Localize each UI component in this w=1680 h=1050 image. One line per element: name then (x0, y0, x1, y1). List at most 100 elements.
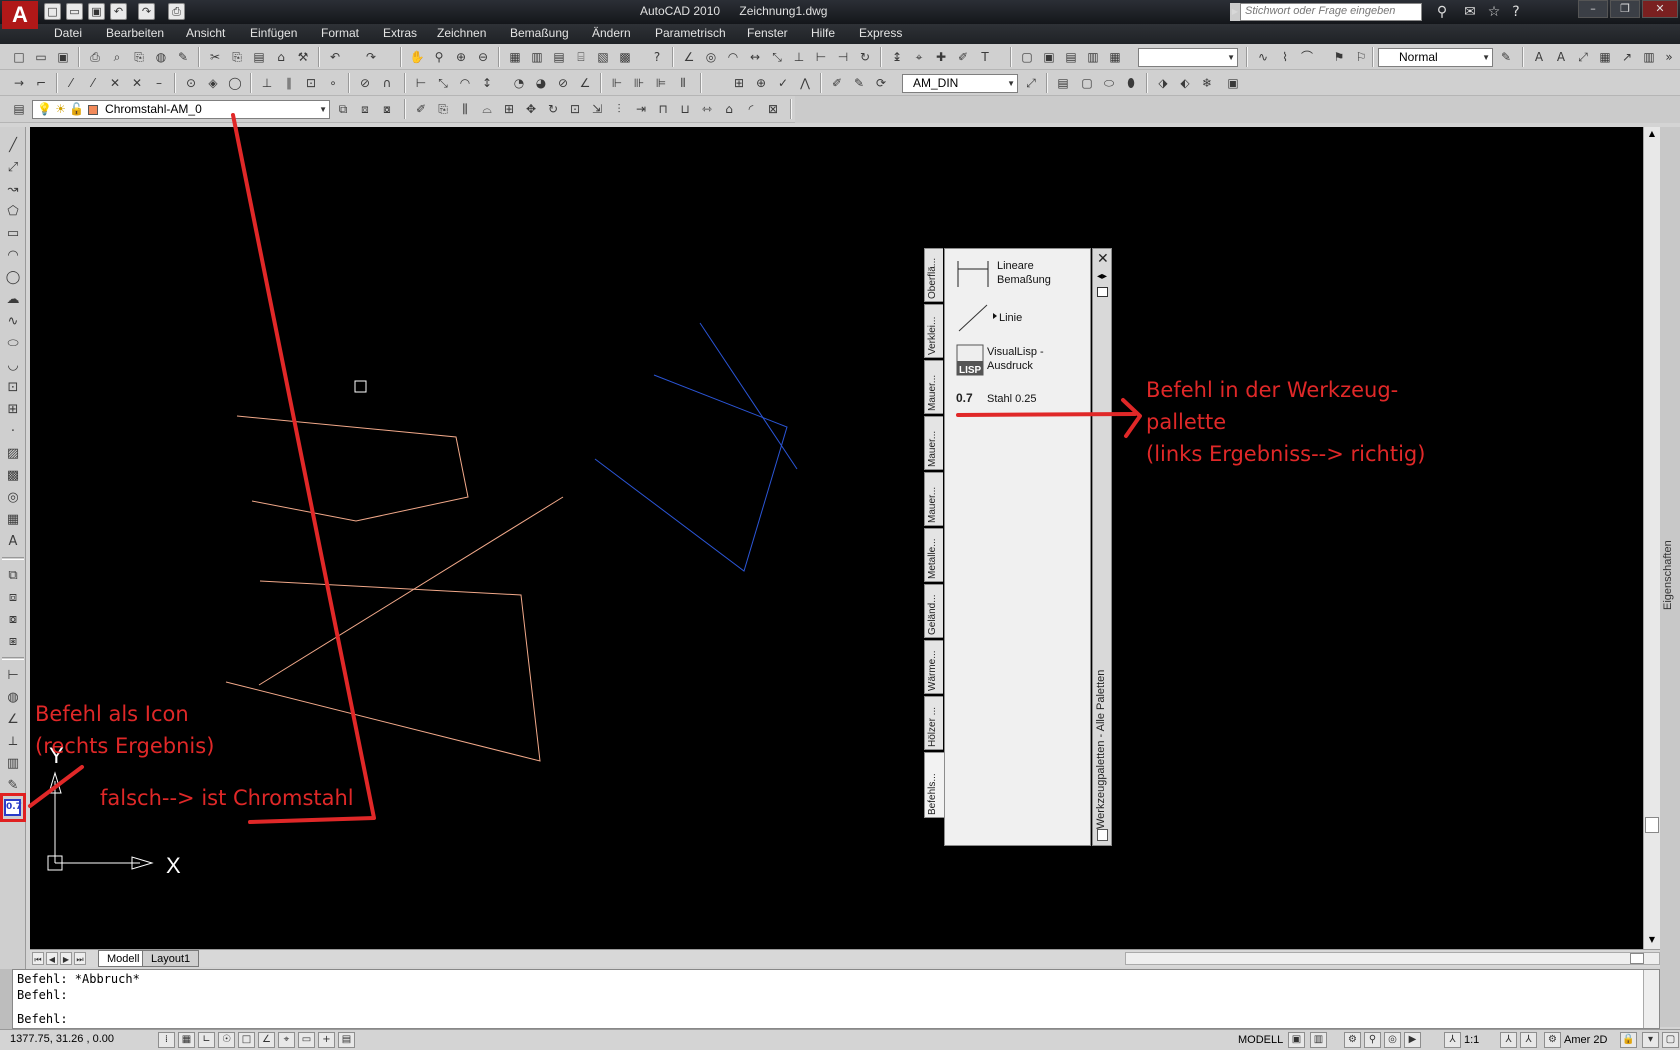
line-icon[interactable]: ╱ (3, 137, 23, 155)
save-icon[interactable]: ▣ (54, 48, 72, 66)
scroll-down-icon[interactable]: ▼ (1645, 933, 1659, 947)
layer-change-icon[interactable]: ⬮ (1122, 74, 1140, 92)
copy-icon[interactable]: ⎘ (228, 48, 246, 66)
viewport-delete-icon[interactable]: ⧆ (3, 633, 23, 651)
undo-icon[interactable]: ↶ (110, 3, 127, 20)
join-icon[interactable]: ⇿ (698, 100, 716, 118)
menu-zeichnen[interactable]: Zeichnen (437, 26, 486, 40)
break-point-icon[interactable]: ⊓ (654, 100, 672, 118)
menu-extras[interactable]: Extras (383, 26, 417, 40)
point-icon[interactable]: · (3, 423, 23, 441)
menu-bemassung[interactable]: Bemaßung (510, 26, 569, 40)
scroll-up-icon[interactable]: ▲ (1645, 127, 1659, 141)
dim-radius-icon[interactable]: ◎ (702, 48, 720, 66)
palette-properties-icon[interactable] (1097, 287, 1108, 297)
scale-icon[interactable]: ⊡ (566, 100, 584, 118)
close-icon[interactable]: ✕ (1642, 0, 1678, 18)
layout-icon[interactable]: ▥ (1640, 48, 1658, 66)
dim-continue2-icon[interactable]: ⊫ (652, 74, 670, 92)
move-icon[interactable]: ✥ (522, 100, 540, 118)
menu-format[interactable]: Format (321, 26, 359, 40)
layer-isolate-icon[interactable]: ⬗ (1154, 74, 1172, 92)
dim-baseline-icon[interactable]: ⊢ (812, 48, 830, 66)
explode-icon[interactable]: ⊠ (764, 100, 782, 118)
dim-edit2-icon[interactable]: ✐ (828, 74, 846, 92)
save-icon[interactable]: ▣ (88, 3, 105, 20)
horizontal-scrollbar[interactable] (1125, 952, 1660, 965)
dimstyle-dropdown[interactable]: AM_DIN ▼ (902, 74, 1018, 93)
list-icon[interactable]: ▥ (3, 755, 23, 773)
dim-ordinate-icon[interactable]: ⊥ (790, 48, 808, 66)
palette-item-linear-dimension[interactable]: Lineare Bemaßung (953, 257, 1088, 293)
construction-line-icon[interactable]: ⤢ (3, 159, 23, 177)
plotstyle-edit-icon[interactable]: ✎ (1497, 48, 1515, 66)
open-file-icon[interactable]: ▭ (66, 3, 83, 20)
dim-linear-icon[interactable]: ↔ (746, 48, 764, 66)
dim-space-icon[interactable]: ⫴ (674, 74, 692, 92)
dim-radius2-icon[interactable]: ◔ (510, 74, 528, 92)
snap-center-icon[interactable]: ⊙ (182, 74, 200, 92)
hatch-icon[interactable]: ▨ (3, 445, 23, 463)
last-tab-icon[interactable]: ⏭ (74, 952, 86, 965)
annotation-visibility-icon[interactable]: ⅄ (1500, 1032, 1517, 1048)
tab-mauerwerk-3[interactable]: Mauer... (924, 472, 943, 526)
snap-extension-icon[interactable]: – (150, 74, 168, 92)
dim-aligned-icon[interactable]: ⤡ (768, 48, 786, 66)
dim-aligned2-icon[interactable]: ⤡ (434, 74, 452, 92)
snap-node-icon[interactable]: ∘ (324, 74, 342, 92)
dim-edit-icon[interactable]: ✐ (954, 48, 972, 66)
mleader-style-icon[interactable]: ↗ (1618, 48, 1636, 66)
array-icon[interactable]: ⊞ (500, 100, 518, 118)
object-snap-tracking-icon[interactable]: ∠ (258, 1032, 275, 1048)
dim-continue-icon[interactable]: ⊣ (834, 48, 852, 66)
zoom-icon[interactable]: ⚲ (1364, 1032, 1381, 1048)
new-file-icon[interactable]: □ (44, 3, 61, 20)
lineweight-command-icon[interactable]: 0.7 (4, 799, 22, 816)
binoculars-icon[interactable]: ⚲ (1432, 3, 1452, 21)
layer-dropdown[interactable]: 💡 ☀ 🔓 Chromstahl-AM_0 ▼ (32, 100, 330, 119)
layer-previous-icon[interactable]: ▤ (1054, 74, 1072, 92)
cut-icon[interactable]: ✂ (206, 48, 224, 66)
dim-tolerance-icon[interactable]: ⌖ (910, 48, 928, 66)
quick-view-drawings-icon[interactable]: ▥ (1310, 1032, 1327, 1048)
layer-match-icon[interactable]: ⬭ (1100, 74, 1118, 92)
redo-icon[interactable]: ↷ (362, 48, 380, 66)
scroll-thumb[interactable] (1630, 953, 1644, 964)
workspace-icon[interactable]: ⚙ (1544, 1032, 1561, 1048)
dim-center-icon[interactable]: ✚ (932, 48, 950, 66)
clean-screen-icon[interactable]: ▢ (1662, 1032, 1679, 1048)
first-tab-icon[interactable]: ⏮ (32, 952, 44, 965)
snap-perpendicular-icon[interactable]: ⊥ (258, 74, 276, 92)
snap-from-icon[interactable]: ⌐ (32, 74, 50, 92)
revision-cloud-icon[interactable]: ☁ (3, 291, 23, 309)
spline-icon[interactable]: ∿ (3, 313, 23, 331)
steering-wheel-icon[interactable]: ⚙ (1344, 1032, 1361, 1048)
properties-palette-tab[interactable]: Eigenschaften (1662, 520, 1678, 630)
viewport-scale-dropdown[interactable]: ▼ (1138, 48, 1238, 67)
edit-spline-icon[interactable]: ⌇ (1276, 48, 1294, 66)
pan-icon[interactable]: ✋ (408, 48, 426, 66)
command-line-grip[interactable] (0, 969, 12, 1029)
tab-metalle[interactable]: Metalle... (924, 528, 943, 582)
etransmit-icon[interactable]: ✎ (174, 48, 192, 66)
quick-properties-icon[interactable]: ▤ (338, 1032, 355, 1048)
grid-display-icon[interactable]: ▦ (178, 1032, 195, 1048)
zoom-realtime-icon[interactable]: ⚲ (430, 48, 448, 66)
properties-icon[interactable]: ▦ (506, 48, 524, 66)
palette-close-icon[interactable]: ✕ (1097, 251, 1109, 267)
tab-oberflaechen[interactable]: Oberflä... (924, 248, 943, 302)
mirror-icon[interactable]: ⫼ (456, 100, 474, 118)
match-properties-icon[interactable]: ⌂ (272, 48, 290, 66)
next-tab-icon[interactable]: ▶ (60, 952, 72, 965)
autohide-icon[interactable]: ◂▸ (1097, 271, 1107, 282)
annotation-scale-value[interactable]: 1:1 (1464, 1034, 1479, 1046)
polar-tracking-icon[interactable]: ☉ (218, 1032, 235, 1048)
drawing-area[interactable]: Y X (30, 127, 1643, 949)
snap-none-icon[interactable]: ⊘ (356, 74, 374, 92)
text-style-icon[interactable]: A (1530, 48, 1548, 66)
dim-angle-icon[interactable]: ∠ (680, 48, 698, 66)
break-icon[interactable]: ⊔ (676, 100, 694, 118)
viewport-clip-icon[interactable]: ▣ (1040, 48, 1058, 66)
undo-icon[interactable]: ↶ (326, 48, 344, 66)
palette-item-stahl-025[interactable]: 0.7 Stahl 0.25 (953, 389, 1088, 411)
